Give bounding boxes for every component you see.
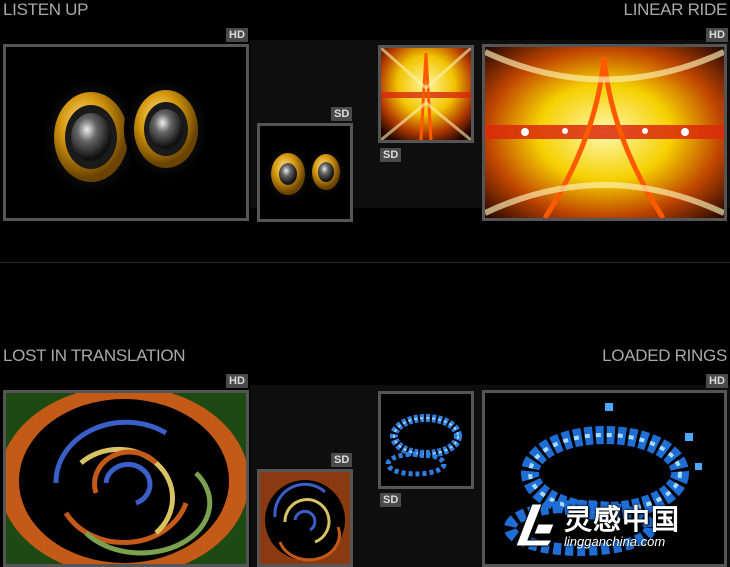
loaded-rings-hd-badge: HD: [706, 374, 728, 388]
speaker-pair-image-small: [260, 126, 350, 219]
loaded-rings-title: LOADED RINGS: [602, 346, 727, 365]
blue-cube-rings-image-small: [381, 394, 471, 486]
concentric-rings-image-small: [260, 472, 350, 564]
lost-in-translation-hd-badge: HD: [226, 374, 248, 388]
linear-ride-sd-thumbnail[interactable]: [378, 45, 474, 143]
listen-up-sd-badge: SD: [331, 107, 353, 121]
linear-ride-hd-badge: HD: [706, 28, 728, 42]
lingganchina-logo-icon: [515, 503, 555, 547]
watermark-brand-text: 灵感中国: [564, 503, 681, 536]
listen-up-hd-badge: HD: [226, 28, 248, 42]
loaded-rings-sd-thumbnail[interactable]: [378, 391, 474, 489]
light-tunnel-image: [485, 47, 724, 218]
linear-ride-title: LINEAR RIDE: [623, 0, 728, 19]
linear-ride-sd-badge: SD: [380, 148, 402, 162]
concentric-rings-image: [6, 393, 246, 564]
light-tunnel-image-small: [381, 48, 471, 140]
lost-in-translation-sd-thumbnail[interactable]: [257, 469, 353, 567]
listen-up-sd-thumbnail[interactable]: [257, 123, 353, 222]
lost-in-translation-hd-thumbnail[interactable]: [3, 390, 249, 567]
listen-up-title: LISTEN UP: [3, 0, 89, 19]
listen-up-hd-thumbnail[interactable]: [3, 44, 249, 221]
section-divider: [0, 262, 730, 263]
watermark: 灵感中国 lingganchina.com: [508, 496, 723, 556]
linear-ride-hd-thumbnail[interactable]: [482, 44, 727, 221]
speaker-pair-image: [6, 47, 246, 218]
watermark-url-text: lingganchina.com: [564, 534, 666, 549]
loaded-rings-sd-badge: SD: [380, 493, 402, 507]
lost-in-translation-title: LOST IN TRANSLATION: [3, 346, 186, 365]
lost-in-translation-sd-badge: SD: [331, 453, 353, 467]
